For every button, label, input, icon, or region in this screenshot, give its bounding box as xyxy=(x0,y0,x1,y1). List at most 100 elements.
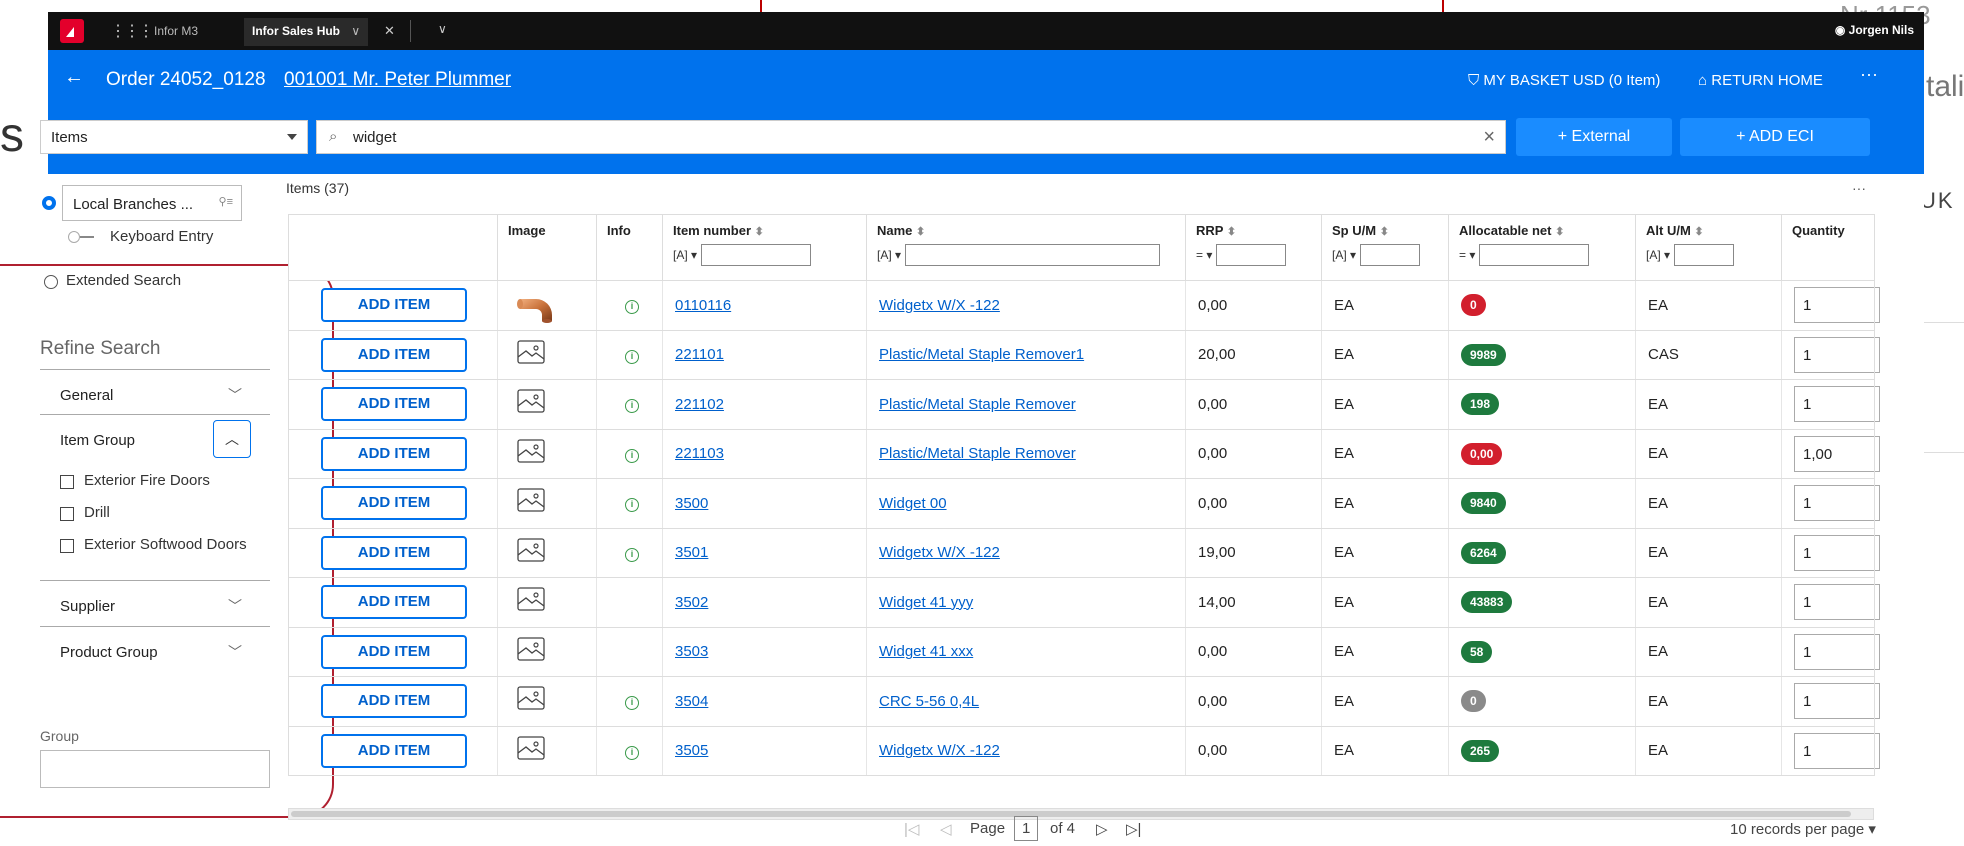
info-icon[interactable]: i xyxy=(625,349,639,364)
checkbox-drill[interactable] xyxy=(60,507,74,521)
item-number-link[interactable]: 3500 xyxy=(675,495,708,512)
records-per-page-select[interactable]: 10 records per page ▾ xyxy=(1730,820,1876,838)
item-number-link[interactable]: 0110116 xyxy=(675,297,731,314)
filter-input[interactable] xyxy=(1360,244,1421,266)
header-rrp[interactable]: RRP ⬍ = ▾ xyxy=(1185,214,1322,281)
filter-operator[interactable]: = ▾ xyxy=(1196,248,1212,262)
infor-logo-icon[interactable] xyxy=(60,19,84,43)
add-item-button[interactable]: ADD ITEM xyxy=(321,733,467,768)
external-button[interactable]: + External xyxy=(1516,118,1672,156)
prev-page-icon[interactable]: ◁ xyxy=(940,820,952,838)
filter-input[interactable] xyxy=(1216,244,1287,266)
page-number-input[interactable]: 1 xyxy=(1014,816,1039,841)
filter-operator[interactable]: [A] ▾ xyxy=(673,248,697,262)
item-number-link[interactable]: 221101 xyxy=(675,346,724,363)
image-placeholder-icon[interactable] xyxy=(516,438,560,470)
my-basket-button[interactable]: ⛉ MY BASKET USD (0 Item) xyxy=(1468,72,1660,89)
last-page-icon[interactable]: ▷| xyxy=(1126,820,1141,838)
filter-operator[interactable]: [A] ▾ xyxy=(1332,248,1356,262)
quantity-input[interactable]: 1 xyxy=(1794,633,1880,670)
item-number-link[interactable]: 3505 xyxy=(675,742,708,759)
filter-operator[interactable]: [A] ▾ xyxy=(877,248,901,262)
chevron-down-icon[interactable]: ﹀ xyxy=(228,596,242,616)
image-placeholder-icon[interactable] xyxy=(516,636,560,668)
sort-icon[interactable]: ⬍ xyxy=(755,226,764,238)
group-input[interactable] xyxy=(40,750,270,788)
tab-infor-m3[interactable]: Infor M3 xyxy=(154,24,198,38)
facet-item-group[interactable]: Item Group xyxy=(60,432,135,449)
local-branches-field[interactable]: Local Branches ... ⚲≡ xyxy=(62,185,242,221)
info-icon[interactable]: i xyxy=(625,498,639,513)
header-alt-um[interactable]: Alt U/M ⬍ [A] ▾ xyxy=(1635,214,1782,281)
return-home-button[interactable]: ⌂ RETURN HOME xyxy=(1698,72,1823,89)
item-number-link[interactable]: 3502 xyxy=(675,594,708,611)
quantity-input[interactable]: 1 xyxy=(1794,386,1880,423)
quantity-input[interactable]: 1 xyxy=(1794,287,1880,324)
checkbox-exterior-fire-doors[interactable] xyxy=(60,475,74,489)
local-branches-radio[interactable] xyxy=(42,196,56,210)
add-eci-button[interactable]: + ADD ECI xyxy=(1680,118,1870,156)
close-tab-icon[interactable]: ✕ xyxy=(384,23,395,39)
checkbox-exterior-softwood-doors[interactable] xyxy=(60,539,74,553)
add-item-button[interactable]: ADD ITEM xyxy=(321,585,467,620)
item-name-link[interactable]: Widgetx W/X -122 xyxy=(879,297,1000,314)
more-options-icon[interactable]: ··· xyxy=(1860,64,1878,85)
horizontal-scrollbar[interactable] xyxy=(288,808,1874,820)
info-icon[interactable]: i xyxy=(625,300,639,315)
item-number-link[interactable]: 3501 xyxy=(675,544,708,561)
header-sp-um[interactable]: Sp U/M ⬍ [A] ▾ xyxy=(1321,214,1449,281)
quantity-input[interactable]: 1 xyxy=(1794,485,1880,522)
chevron-up-icon[interactable]: ︿ xyxy=(213,420,251,458)
image-placeholder-icon[interactable] xyxy=(516,388,560,420)
add-item-button[interactable]: ADD ITEM xyxy=(321,535,467,570)
item-name-link[interactable]: CRC 5-56 0,4L xyxy=(879,693,979,710)
table-more-options-icon[interactable]: ··· xyxy=(1852,180,1866,196)
info-icon[interactable]: i xyxy=(625,745,639,760)
info-icon[interactable]: i xyxy=(625,448,639,463)
header-name[interactable]: Name ⬍ [A] ▾ xyxy=(866,214,1186,281)
sort-icon[interactable]: ⬍ xyxy=(1555,226,1564,238)
filter-operator[interactable]: [A] ▾ xyxy=(1646,248,1670,262)
image-placeholder-icon[interactable] xyxy=(516,735,560,767)
sort-icon[interactable]: ⬍ xyxy=(1227,226,1236,238)
header-allocatable[interactable]: Allocatable net ⬍ = ▾ xyxy=(1448,214,1636,281)
add-item-button[interactable]: ADD ITEM xyxy=(321,684,467,719)
quantity-input[interactable]: 1,00 xyxy=(1794,435,1880,472)
sort-icon[interactable]: ⬍ xyxy=(1380,226,1389,238)
search-input[interactable]: ⌕ widget × xyxy=(316,120,1506,154)
add-item-button[interactable]: ADD ITEM xyxy=(321,436,467,471)
quantity-input[interactable]: 1 xyxy=(1794,683,1880,720)
quantity-input[interactable]: 1 xyxy=(1794,584,1880,621)
clear-search-icon[interactable]: × xyxy=(1483,126,1495,149)
header-item-number[interactable]: Item number ⬍ [A] ▾ xyxy=(662,214,867,281)
item-name-link[interactable]: Plastic/Metal Staple Remover xyxy=(879,445,1076,462)
next-page-icon[interactable]: ▷ xyxy=(1096,820,1108,838)
search-category-select[interactable]: Items xyxy=(40,120,308,154)
chevron-down-icon[interactable]: ﹀ xyxy=(228,642,242,662)
image-placeholder-icon[interactable] xyxy=(516,586,560,618)
sort-icon[interactable]: ⬍ xyxy=(916,226,925,238)
user-menu[interactable]: ◉ Jorgen Nils xyxy=(1835,23,1914,37)
filter-input[interactable] xyxy=(1674,244,1735,266)
keyboard-entry-toggle[interactable] xyxy=(68,231,96,243)
add-item-button[interactable]: ADD ITEM xyxy=(321,288,467,323)
add-item-button[interactable]: ADD ITEM xyxy=(321,634,467,669)
image-placeholder-icon[interactable] xyxy=(516,685,560,717)
extended-search-radio[interactable] xyxy=(44,275,58,289)
add-item-button[interactable]: ADD ITEM xyxy=(321,337,467,372)
chevron-down-icon[interactable]: ﹀ xyxy=(228,385,242,405)
customer-link[interactable]: 001001 Mr. Peter Plummer xyxy=(284,69,511,91)
item-number-link[interactable]: 3504 xyxy=(675,693,708,710)
item-name-link[interactable]: Plastic/Metal Staple Remover1 xyxy=(879,346,1084,363)
item-name-link[interactable]: Widgetx W/X -122 xyxy=(879,742,1000,759)
item-name-link[interactable]: Plastic/Metal Staple Remover xyxy=(879,396,1076,413)
item-name-link[interactable]: Widget 41 xxx xyxy=(879,643,973,660)
first-page-icon[interactable]: |◁ xyxy=(904,820,919,838)
facet-general[interactable]: General xyxy=(60,387,113,404)
product-photo[interactable] xyxy=(516,289,560,324)
back-arrow-icon[interactable]: ← xyxy=(64,66,84,89)
add-item-button[interactable]: ADD ITEM xyxy=(321,387,467,422)
item-number-link[interactable]: 221103 xyxy=(675,445,724,462)
info-icon[interactable]: i xyxy=(625,696,639,711)
filter-input[interactable] xyxy=(701,244,812,266)
